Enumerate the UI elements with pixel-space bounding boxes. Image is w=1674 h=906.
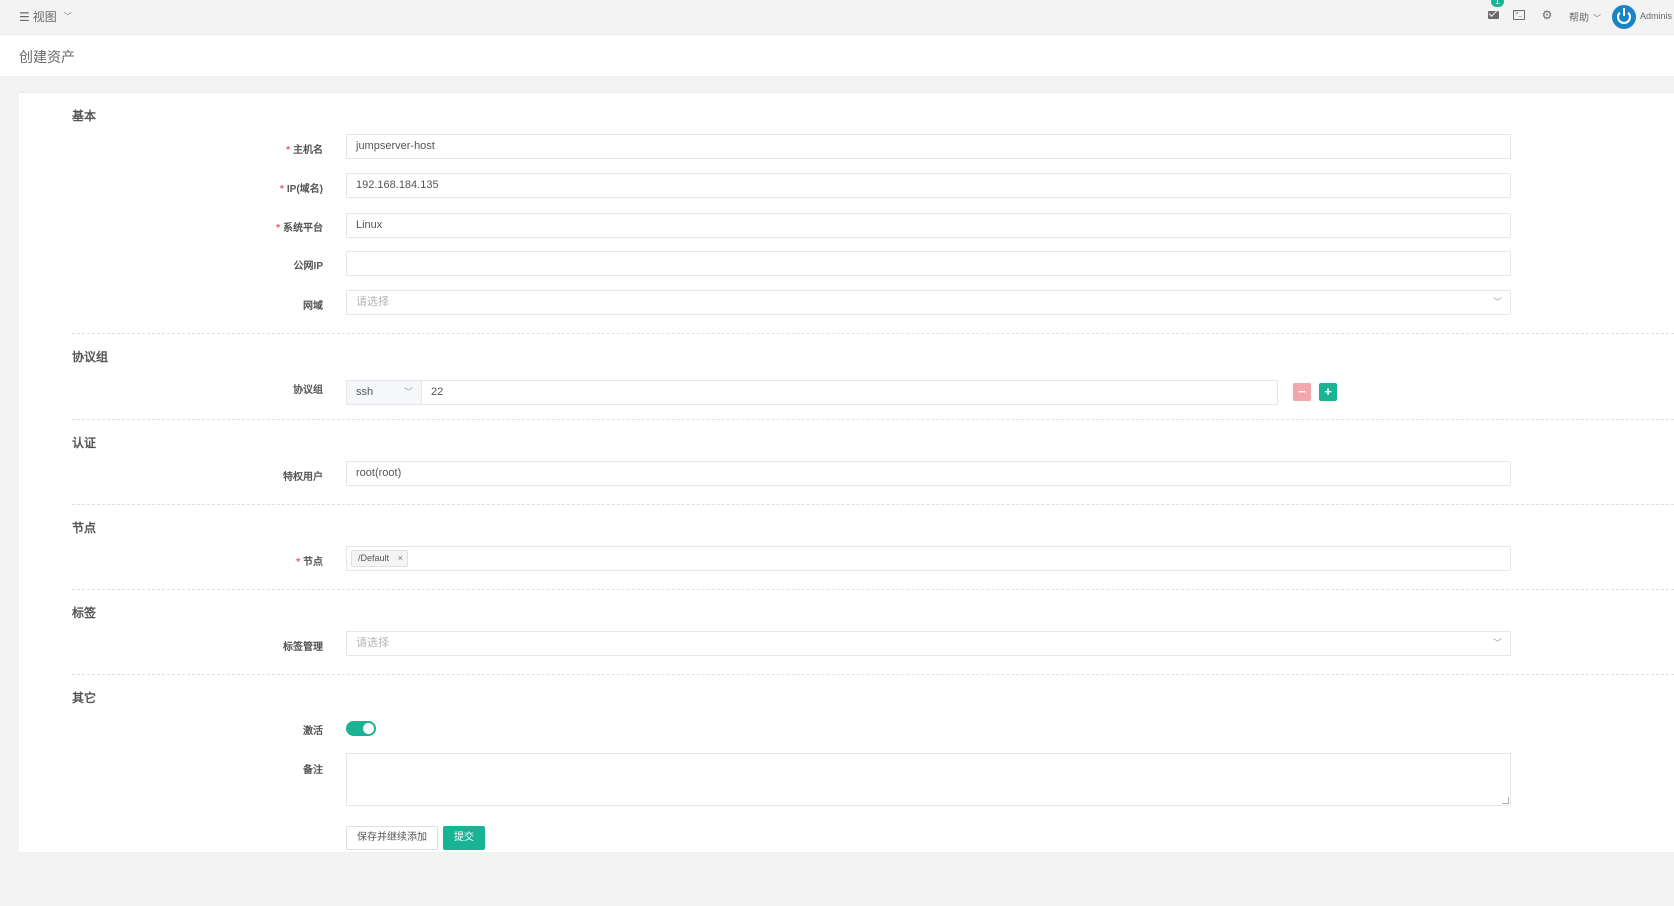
help-menu[interactable]: 帮助 ﹀ [1569,9,1601,24]
nodes-select[interactable]: /Default × [346,546,1511,571]
comment-label: 备注 [303,765,323,776]
avatar[interactable] [1612,5,1636,29]
node-tag: /Default × [351,550,409,567]
hostname-label: * 主机名 [286,145,323,156]
public-ip-label: 公网IP [293,261,323,272]
active-label: 激活 [303,726,323,737]
power-icon [1617,8,1631,24]
divider [72,419,1674,420]
protocol-select[interactable]: ssh ﹀ [346,380,422,405]
save-continue-button[interactable]: 保存并继续添加 [346,826,438,850]
active-toggle[interactable] [346,721,376,736]
admin-user-label: 特权用户 [283,472,323,483]
divider [72,333,1674,334]
section-nodes: 节点 [72,521,97,535]
labels-placeholder: 请选择 [356,637,389,649]
section-auth: 认证 [72,436,97,450]
username[interactable]: Adminis [1640,11,1672,21]
chevron-down-icon: ﹀ [1492,638,1502,648]
chevron-down-icon: ﹀ [403,387,413,397]
chevron-down-icon: ﹀ [1593,14,1601,23]
top-navbar: ☰ 视图 ﹀ 1 >_ ⚙ 帮助 ﹀ Adminis [0,0,1674,34]
labels-label: 标签管理 [283,642,323,653]
admin-user-select[interactable]: root(root) [346,461,1511,486]
terminal-icon[interactable]: >_ [1512,8,1526,22]
ip-label: * IP(域名) [279,184,323,195]
page-heading: 创建资产 [0,34,1674,76]
notification-badge: 1 [1491,0,1504,7]
nodes-label: * 节点 [296,557,323,568]
platform-input[interactable]: Linux [346,213,1511,238]
page-title: 创建资产 [19,49,75,65]
section-protocols: 协议组 [72,350,109,364]
domain-placeholder: 请选择 [356,296,389,308]
divider [72,589,1674,590]
hostname-input[interactable]: jumpserver-host [346,134,1511,159]
add-protocol-button[interactable]: + [1319,383,1337,401]
mail-icon[interactable] [1486,8,1500,22]
chevron-down-icon: ﹀ [63,12,72,21]
view-menu[interactable]: ☰ 视图 ﹀ [19,8,72,25]
platform-label: * 系统平台 [276,223,323,234]
gear-icon[interactable]: ⚙ [1540,8,1554,22]
public-ip-input[interactable] [346,251,1511,276]
resize-grip[interactable] [1502,797,1509,804]
chevron-down-icon: ﹀ [1492,297,1502,307]
asset-form: 基本 * 主机名 jumpserver-host * IP(域名) 192.168.… [19,92,1674,852]
view-menu-label: 视图 [32,10,57,24]
labels-select[interactable]: 请选择 ﹀ [346,631,1511,656]
section-basic: 基本 [72,109,97,123]
protocols-label: 协议组 [293,385,323,396]
domain-label: 网域 [303,301,323,312]
help-menu-label: 帮助 [1569,13,1589,24]
domain-select[interactable]: 请选择 ﹀ [346,290,1511,315]
remove-protocol-button[interactable]: − [1293,383,1311,401]
divider [72,504,1674,505]
menu-icon: ☰ [19,9,30,24]
section-other: 其它 [72,691,97,705]
port-input[interactable]: 22 [422,380,1278,405]
comment-textarea[interactable] [346,753,1511,806]
ip-input[interactable]: 192.168.184.135 [346,173,1511,198]
close-icon[interactable]: × [398,551,403,566]
section-labels: 标签 [72,606,97,620]
submit-button[interactable]: 提交 [443,826,485,850]
divider [72,674,1674,675]
